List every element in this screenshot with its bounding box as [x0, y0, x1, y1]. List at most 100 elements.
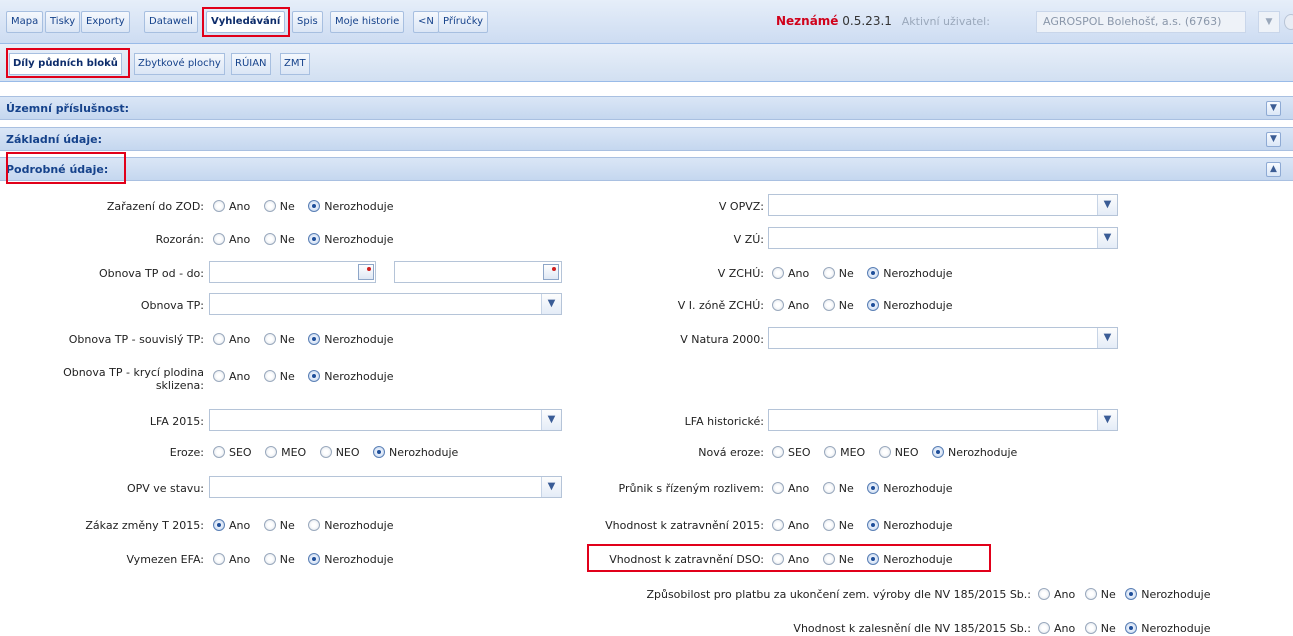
- radio-ne[interactable]: Ne: [263, 200, 295, 213]
- radio-nerozhoduje[interactable]: Nerozhoduje: [867, 519, 953, 532]
- calendar-icon[interactable]: [358, 264, 374, 280]
- radio-nerozhoduje[interactable]: Nerozhoduje: [308, 553, 394, 566]
- label-prunik: Průnik s řízeným rozlivem:: [618, 482, 764, 495]
- label-zakaz-zmeny: Zákaz změny T 2015:: [85, 519, 204, 532]
- radio-ano[interactable]: Ano: [1038, 588, 1075, 601]
- chevron-down-icon[interactable]: ▼: [541, 477, 561, 497]
- radio-nerozhoduje[interactable]: Nerozhoduje: [867, 553, 953, 566]
- subtab-ruian[interactable]: RÚIAN: [231, 53, 271, 75]
- expand-icon[interactable]: ▼: [1266, 101, 1281, 116]
- radio-ne[interactable]: Ne: [822, 553, 854, 566]
- radio-nerozhoduje[interactable]: Nerozhoduje: [1125, 622, 1211, 635]
- radio-ano[interactable]: Ano: [213, 519, 250, 532]
- active-user-select[interactable]: AGROSPOL Bolehošť, a.s. (6763): [1036, 11, 1246, 33]
- chevron-down-icon[interactable]: ▼: [1258, 11, 1280, 33]
- chevron-down-icon[interactable]: ▼: [1097, 328, 1117, 348]
- radio-ne[interactable]: Ne: [822, 267, 854, 280]
- collapse-icon[interactable]: ▲: [1266, 162, 1281, 177]
- radio-ano[interactable]: Ano: [772, 519, 809, 532]
- radio-nerozhoduje[interactable]: Nerozhoduje: [308, 333, 394, 346]
- radio-group-zpusobilost: Ano Ne Nerozhoduje: [1038, 588, 1221, 601]
- radio-nerozhoduje[interactable]: Nerozhoduje: [308, 370, 394, 383]
- chevron-down-icon[interactable]: ▼: [1097, 410, 1117, 430]
- section-podrobne-udaje[interactable]: Podrobné údaje: ▲: [0, 157, 1293, 181]
- radio-group-zakaz: Ano Ne Nerozhoduje: [213, 519, 404, 532]
- radio-ne[interactable]: Ne: [822, 519, 854, 532]
- section-title: Podrobné údaje:: [6, 163, 109, 176]
- chevron-down-icon[interactable]: ▼: [541, 294, 561, 314]
- tab-spis[interactable]: Spis: [292, 11, 323, 33]
- radio-ano[interactable]: Ano: [213, 200, 250, 213]
- lfa-2015-select[interactable]: ▼: [209, 409, 562, 431]
- subtab-zmt[interactable]: ZMT: [280, 53, 310, 75]
- radio-ne[interactable]: Ne: [263, 233, 295, 246]
- radio-meo[interactable]: MEO: [265, 446, 306, 459]
- chevron-down-icon[interactable]: ▼: [1097, 195, 1117, 215]
- radio-nerozhoduje[interactable]: Nerozhoduje: [308, 519, 394, 532]
- radio-ne[interactable]: Ne: [822, 482, 854, 495]
- user-avatar-icon[interactable]: [1284, 14, 1293, 30]
- chevron-down-icon[interactable]: ▼: [1097, 228, 1117, 248]
- radio-ano[interactable]: Ano: [213, 233, 250, 246]
- radio-ano[interactable]: Ano: [772, 553, 809, 566]
- opvz-select[interactable]: ▼: [768, 194, 1118, 216]
- radio-ne[interactable]: Ne: [263, 333, 295, 346]
- chevron-down-icon[interactable]: ▼: [541, 410, 561, 430]
- subtab-dily-pudnich-bloku[interactable]: Díly půdních bloků: [9, 53, 122, 75]
- radio-nerozhoduje[interactable]: Nerozhoduje: [867, 267, 953, 280]
- radio-nerozhoduje[interactable]: Nerozhoduje: [373, 446, 458, 459]
- zu-select[interactable]: ▼: [768, 227, 1118, 249]
- subtab-zbytkove-plochy[interactable]: Zbytkové plochy: [134, 53, 225, 75]
- label-nova-eroze: Nová eroze:: [698, 446, 764, 459]
- radio-ano[interactable]: Ano: [772, 267, 809, 280]
- tab-exporty[interactable]: Exporty: [81, 11, 130, 33]
- section-uzemni-prislusnost[interactable]: Územní příslušnost: ▼: [0, 96, 1293, 120]
- radio-ano[interactable]: Ano: [213, 553, 250, 566]
- radio-ano[interactable]: Ano: [772, 482, 809, 495]
- radio-ano[interactable]: Ano: [1038, 622, 1075, 635]
- radio-ano[interactable]: Ano: [772, 299, 809, 312]
- radio-ne[interactable]: Ne: [263, 370, 295, 383]
- radio-group-prunik: Ano Ne Nerozhoduje: [772, 482, 963, 495]
- radio-nerozhoduje[interactable]: Nerozhoduje: [867, 299, 953, 312]
- tab-tisky[interactable]: Tisky: [45, 11, 81, 33]
- radio-group-zod: Ano Ne Nerozhoduje: [213, 200, 404, 213]
- opv-select[interactable]: ▼: [209, 476, 562, 498]
- label-obnova-souvisly: Obnova TP - souvislý TP:: [68, 333, 204, 346]
- radio-ne[interactable]: Ne: [263, 553, 295, 566]
- date-from-input[interactable]: [209, 261, 376, 283]
- radio-group-eroze: SEO MEO NEO Nerozhoduje: [213, 446, 468, 459]
- radio-seo[interactable]: SEO: [772, 446, 811, 459]
- tab-prirucky[interactable]: Příručky: [438, 11, 489, 33]
- radio-nerozhoduje[interactable]: Nerozhoduje: [308, 200, 394, 213]
- radio-nerozhoduje[interactable]: Nerozhoduje: [867, 482, 953, 495]
- natura-select[interactable]: ▼: [768, 327, 1118, 349]
- radio-ne[interactable]: Ne: [822, 299, 854, 312]
- tab-vyhledavani[interactable]: Vyhledávání: [206, 11, 286, 33]
- radio-nerozhoduje[interactable]: Nerozhoduje: [1125, 588, 1211, 601]
- label-lfa-2015: LFA 2015:: [149, 415, 204, 428]
- radio-ne[interactable]: Ne: [1084, 588, 1116, 601]
- label-zpusobilost: Způsobilost pro platbu za ukončení zem. …: [646, 588, 1031, 601]
- radio-nerozhoduje[interactable]: Nerozhoduje: [932, 446, 1017, 459]
- expand-icon[interactable]: ▼: [1266, 132, 1281, 147]
- tab-datawell[interactable]: Datawell: [144, 11, 198, 33]
- tab-n[interactable]: <N: [413, 11, 439, 33]
- calendar-icon[interactable]: [543, 264, 559, 280]
- radio-ano[interactable]: Ano: [213, 370, 250, 383]
- radio-ano[interactable]: Ano: [213, 333, 250, 346]
- obnova-tp-select[interactable]: ▼: [209, 293, 562, 315]
- tab-moje-historie[interactable]: Moje historie: [330, 11, 405, 33]
- radio-neo[interactable]: NEO: [878, 446, 919, 459]
- radio-seo[interactable]: SEO: [213, 446, 252, 459]
- radio-meo[interactable]: MEO: [824, 446, 865, 459]
- radio-nerozhoduje[interactable]: Nerozhoduje: [308, 233, 394, 246]
- label-natura: V Natura 2000:: [680, 333, 764, 346]
- radio-ne[interactable]: Ne: [263, 519, 295, 532]
- radio-neo[interactable]: NEO: [319, 446, 360, 459]
- radio-ne[interactable]: Ne: [1084, 622, 1116, 635]
- section-zakladni-udaje[interactable]: Základní údaje: ▼: [0, 127, 1293, 151]
- tab-mapa[interactable]: Mapa: [6, 11, 44, 33]
- lfa-historicke-select[interactable]: ▼: [768, 409, 1118, 431]
- date-to-input[interactable]: [394, 261, 562, 283]
